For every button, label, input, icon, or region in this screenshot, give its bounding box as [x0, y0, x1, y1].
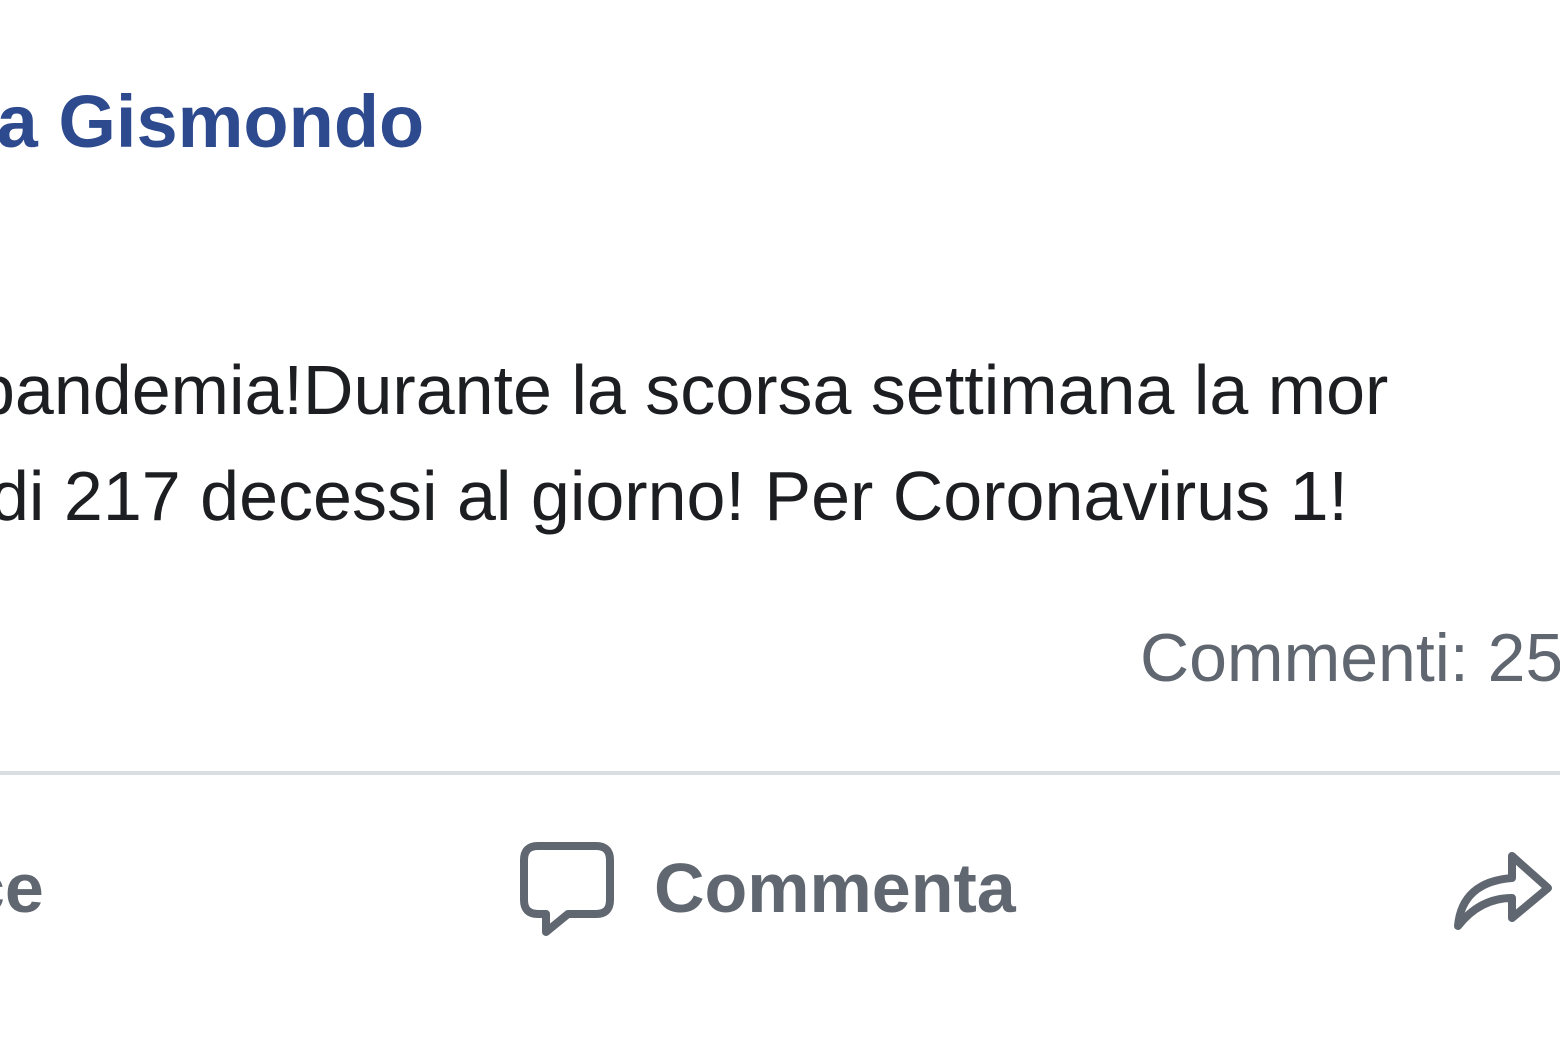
comments-count[interactable]: Commenti: 25	[1140, 620, 1560, 696]
share-arrow-icon	[1454, 852, 1552, 930]
like-button[interactable]: ce	[0, 848, 44, 928]
like-label: ce	[0, 849, 44, 927]
post-text-line-2: di 217 decessi al giorno! Per Coronaviru…	[0, 457, 1348, 535]
post-text-line-1: pandemia!Durante la scorsa settimana la …	[0, 351, 1389, 429]
post-author-name[interactable]: ta Gismondo	[0, 80, 424, 164]
comment-bubble-icon	[520, 842, 614, 936]
actions-divider	[0, 771, 1560, 775]
facebook-post: ta Gismondo pandemia!Durante la scorsa s…	[0, 0, 1560, 1040]
comment-label: Commenta	[654, 849, 1016, 927]
comment-button[interactable]: Commenta	[516, 838, 1016, 938]
share-button[interactable]	[1450, 838, 1554, 934]
